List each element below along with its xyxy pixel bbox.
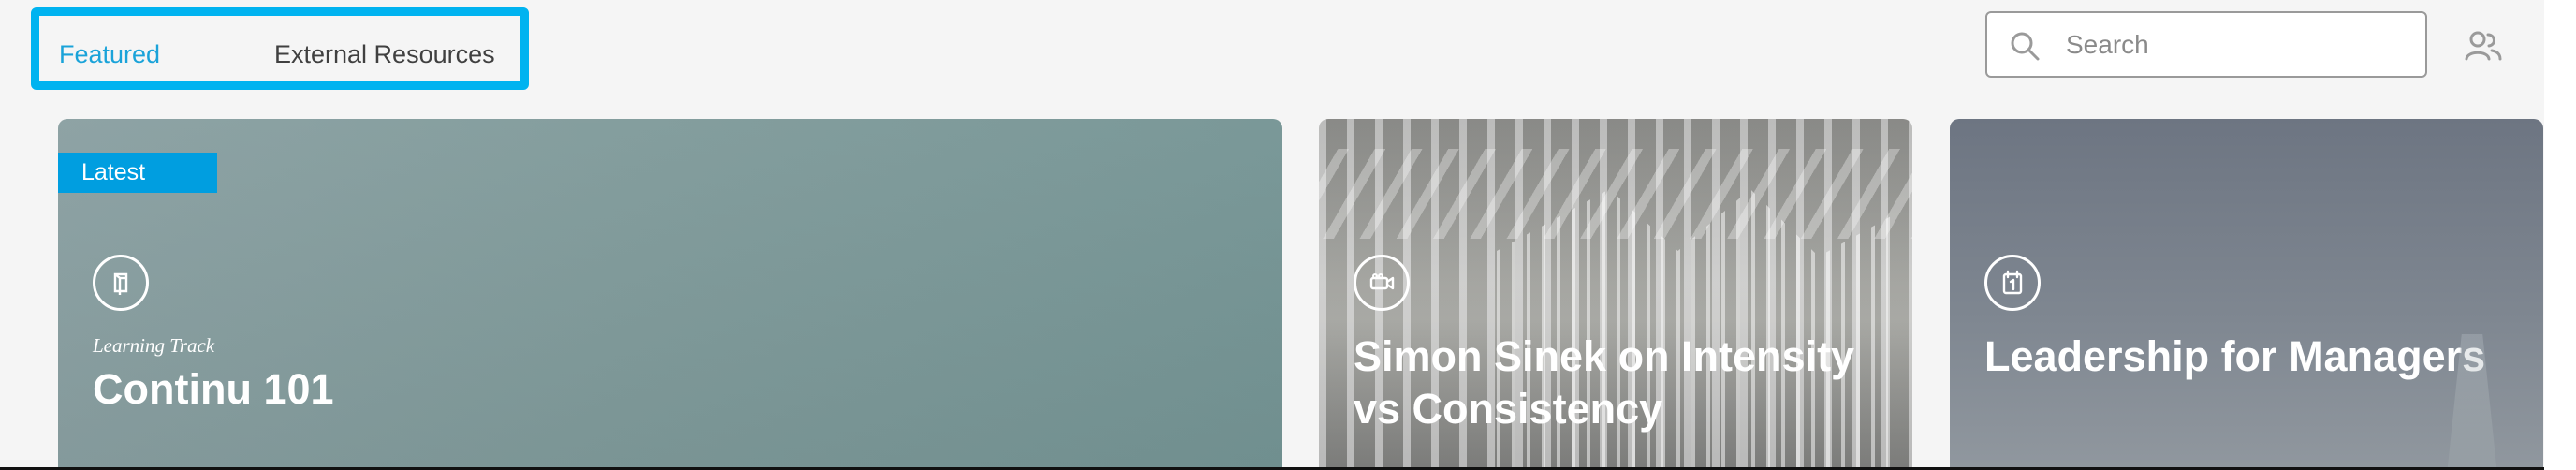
- card-title: Continu 101: [93, 365, 334, 413]
- card-title: Simon Sinek on Intensity vs Consistency: [1354, 332, 1855, 433]
- search-icon: [2011, 32, 2040, 61]
- featured-page: Featured External Resources Search Lates…: [0, 0, 2544, 470]
- calendar-icon: [1984, 255, 2041, 311]
- search-input[interactable]: Search: [1985, 11, 2427, 78]
- right-gutter: [2544, 0, 2576, 470]
- search-placeholder: Search: [2066, 30, 2149, 59]
- book-icon: [93, 255, 149, 311]
- tab-featured[interactable]: Featured: [59, 39, 160, 69]
- card-leadership-for-managers[interactable]: Leadership for Managers: [1950, 119, 2543, 470]
- card-kicker: Learning Track: [93, 334, 215, 357]
- video-camera-icon: [1354, 255, 1410, 311]
- card-continu-101[interactable]: Latest Learning Track Continu 101: [58, 119, 1282, 470]
- people-icon[interactable]: [2462, 29, 2505, 63]
- tab-external-resources[interactable]: External Resources: [274, 39, 495, 69]
- latest-badge: Latest: [58, 153, 217, 193]
- card-simon-sinek[interactable]: Simon Sinek on Intensity vs Consistency: [1319, 119, 1912, 470]
- card-title: Leadership for Managers: [1984, 332, 2486, 380]
